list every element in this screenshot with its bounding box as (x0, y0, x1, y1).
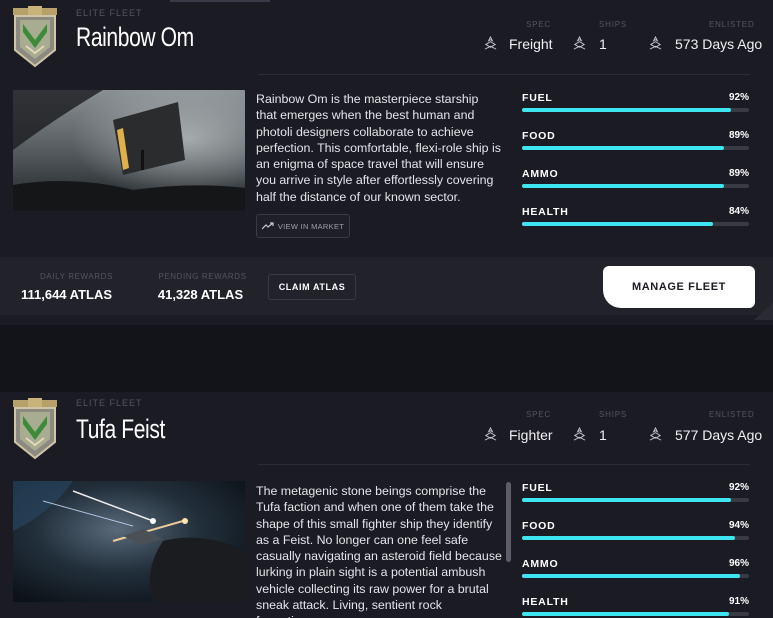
stat-name: HEALTH (522, 206, 569, 218)
stat-name: FOOD (522, 520, 556, 532)
stat-bar-fill (522, 184, 725, 188)
stat-bar (522, 222, 749, 226)
scroll-indicator (170, 0, 270, 2)
stat-bar-fill (522, 146, 725, 150)
stat-bar-fill (522, 108, 731, 112)
stat-bar-fill (522, 612, 729, 616)
ship-image (13, 90, 245, 211)
stat-name: HEALTH (522, 596, 569, 608)
view-in-market-label: VIEW IN MARKET (277, 221, 345, 231)
stat-bar (522, 146, 749, 150)
ships-icon (573, 427, 586, 441)
stat-bar-fill (522, 222, 713, 226)
stat-name: AMMO (522, 558, 559, 570)
fleet-name: Rainbow Om (76, 22, 194, 52)
view-in-market-button[interactable]: VIEW IN MARKET (256, 214, 350, 238)
stat-percent: 91% (728, 596, 749, 607)
fleet-description: Rainbow Om is the masterpiece starship t… (256, 92, 501, 204)
header-divider (258, 464, 750, 465)
stat-name: FUEL (522, 482, 553, 494)
enlisted-value: 577 Days Ago (675, 427, 763, 443)
stat-bar-fill (522, 574, 740, 578)
header-divider (258, 74, 750, 75)
daily-rewards-label: DAILY REWARDS (40, 272, 113, 281)
stat-percent: 84% (728, 206, 749, 217)
card-corner-decoration (754, 302, 773, 320)
claim-atlas-button[interactable]: CLAIM ATLAS (268, 274, 356, 300)
ships-value: 1 (599, 36, 607, 52)
fleet-name: Tufa Feist (76, 414, 165, 444)
stat-bar-fill (522, 536, 736, 540)
enlisted-label: ENLISTED (709, 20, 755, 29)
stat-bar (522, 184, 749, 188)
enlisted-icon (649, 36, 662, 50)
stat-percent: 96% (728, 558, 749, 569)
stat-percent: 89% (728, 130, 749, 141)
spec-value: Fighter (509, 427, 553, 443)
ships-icon (573, 36, 586, 50)
stat-name: FOOD (522, 130, 556, 142)
ships-value: 1 (599, 427, 607, 443)
ship-image (13, 481, 245, 602)
spec-label: SPEC (526, 20, 551, 29)
ships-label: SHIPS (599, 410, 628, 419)
enlisted-icon (649, 427, 662, 441)
enlisted-value: 573 Days Ago (675, 36, 763, 52)
description-scrollbar[interactable] (506, 482, 511, 562)
stat-bar (522, 498, 749, 502)
manage-fleet-button[interactable]: MANAGE FLEET (603, 266, 755, 308)
elite-fleet-badge-icon (13, 6, 57, 68)
trend-up-icon (261, 222, 274, 230)
stat-bar (522, 574, 749, 578)
stat-bar (522, 612, 749, 616)
elite-fleet-badge-icon (13, 398, 57, 460)
stat-percent: 89% (728, 168, 749, 179)
enlisted-label: ENLISTED (709, 410, 755, 419)
fleet-description: The metagenic stone beings comprise the … (256, 484, 502, 618)
fleet-card: ELITE FLEET Tufa Feist SPEC Fighter SHIP… (0, 392, 773, 618)
stat-percent: 92% (728, 92, 749, 103)
ship-spec-icon (484, 36, 497, 50)
stat-percent: 92% (728, 482, 749, 493)
daily-rewards-value: 111,644 ATLAS (20, 287, 113, 302)
stat-bar (522, 536, 749, 540)
spec-value: Freight (509, 36, 553, 52)
pending-rewards-value: 41,328 ATLAS (157, 287, 244, 302)
fleet-type-label: ELITE FLEET (76, 398, 143, 408)
pending-rewards-label: PENDING REWARDS (158, 272, 247, 281)
fleet-type-label: ELITE FLEET (76, 8, 143, 18)
stat-bar (522, 108, 749, 112)
stat-name: FUEL (522, 92, 553, 104)
spec-label: SPEC (526, 410, 551, 419)
ships-label: SHIPS (599, 20, 628, 29)
ship-spec-icon (484, 427, 497, 441)
stat-name: AMMO (522, 168, 559, 180)
stat-percent: 94% (728, 520, 749, 531)
stat-bar-fill (522, 498, 731, 502)
fleet-card: ELITE FLEET Rainbow Om SPEC Freight SHIP… (0, 0, 773, 325)
